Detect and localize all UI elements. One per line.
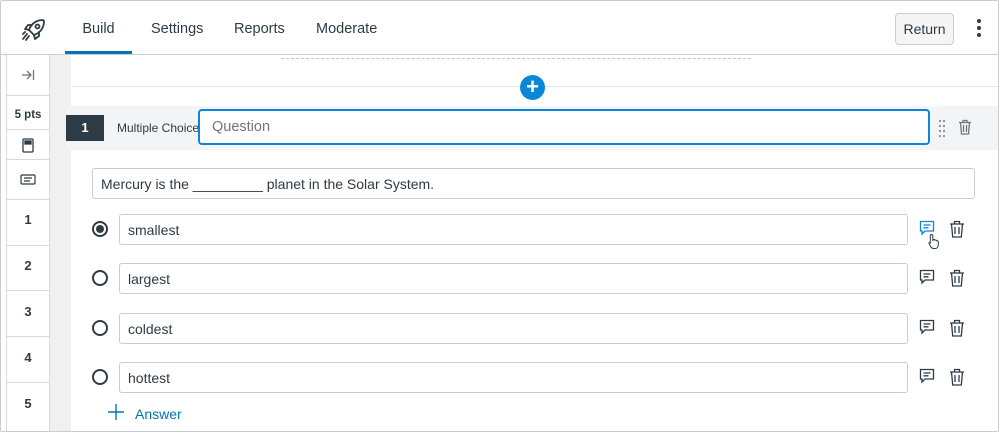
- plus-icon: [107, 403, 125, 424]
- rail-question-5[interactable]: 5: [7, 383, 49, 431]
- question-number: 1: [66, 115, 104, 141]
- previous-question-text-fragment: [281, 55, 751, 59]
- calculator-icon: [7, 138, 49, 153]
- preview-button[interactable]: [7, 160, 49, 200]
- trash-icon[interactable]: [949, 319, 965, 342]
- question-stem-input[interactable]: [92, 168, 975, 199]
- question-title-input[interactable]: [198, 109, 930, 145]
- add-answer-label: Answer: [135, 406, 182, 422]
- correct-answer-radio[interactable]: [92, 320, 108, 336]
- trash-icon[interactable]: [958, 119, 972, 140]
- rail-question-2[interactable]: 2: [7, 246, 49, 291]
- rail-question-4[interactable]: 4: [7, 337, 49, 383]
- correct-answer-radio[interactable]: [92, 221, 108, 237]
- total-points: 5 pts: [7, 96, 49, 130]
- answer-row: [71, 263, 998, 295]
- answer-input[interactable]: [119, 362, 908, 393]
- tab-settings[interactable]: Settings: [151, 1, 203, 54]
- rail-question-1[interactable]: 1: [7, 200, 49, 246]
- tab-reports[interactable]: Reports: [234, 1, 285, 54]
- correct-answer-radio[interactable]: [92, 270, 108, 286]
- question-header: 1 Multiple Choice: [66, 106, 998, 150]
- trash-icon[interactable]: [949, 368, 965, 391]
- question-type-label: Multiple Choice: [117, 121, 200, 135]
- pointer-hand-icon: [928, 233, 941, 255]
- answer-input[interactable]: [119, 263, 908, 294]
- comment-icon[interactable]: [919, 319, 935, 340]
- correct-answer-radio[interactable]: [92, 369, 108, 385]
- collapse-arrow-icon: [7, 68, 49, 82]
- question-rail: 5 pts 1 2 3 4 5: [6, 55, 50, 431]
- quiz-builder-window: Build Settings Reports Moderate Return 5…: [0, 0, 999, 432]
- trash-icon[interactable]: [949, 269, 965, 292]
- answer-input[interactable]: [119, 214, 908, 245]
- top-navigation: Build Settings Reports Moderate Return: [1, 1, 998, 55]
- tab-build[interactable]: Build: [65, 1, 132, 54]
- answer-row: [71, 214, 998, 246]
- more-options-icon[interactable]: [975, 19, 983, 39]
- return-button[interactable]: Return: [895, 13, 954, 45]
- rail-question-3[interactable]: 3: [7, 291, 49, 337]
- question-editor: + 1 Multiple Choice Question Mercury is …: [66, 55, 998, 431]
- comment-icon[interactable]: [919, 368, 935, 389]
- answer-input[interactable]: [119, 313, 908, 344]
- rocket-icon: [21, 17, 47, 43]
- comment-icon[interactable]: [919, 269, 935, 290]
- add-question-button[interactable]: +: [520, 75, 545, 100]
- answer-row: [71, 362, 998, 394]
- preview-icon: [7, 174, 49, 185]
- drag-handle-icon[interactable]: [939, 120, 947, 137]
- plus-icon: +: [526, 74, 539, 99]
- trash-icon[interactable]: [949, 220, 965, 243]
- calculator-button[interactable]: [7, 130, 49, 160]
- tab-moderate[interactable]: Moderate: [316, 1, 377, 54]
- answer-row: [71, 313, 998, 345]
- collapse-rail-button[interactable]: [7, 55, 49, 96]
